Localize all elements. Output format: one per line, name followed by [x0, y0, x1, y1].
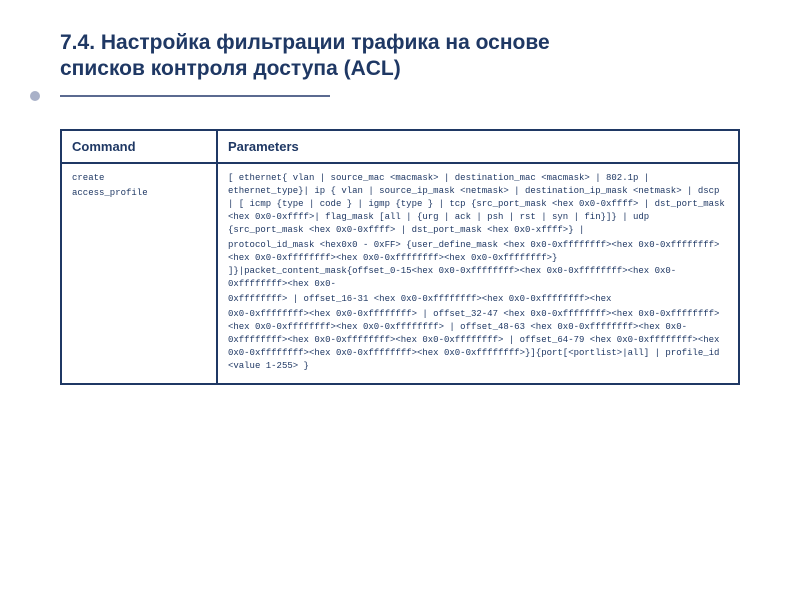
- table-row: create access_profile [ ethernet{ vlan |…: [61, 163, 739, 385]
- title-line-2: списков контроля доступа (ACL): [60, 57, 401, 80]
- param-text-3: 0xffffffff> | offset_16-31 <hex 0x0-0xff…: [228, 293, 728, 306]
- header-parameters: Parameters: [217, 130, 739, 163]
- param-text-2: protocol_id_mask <hex0x0 - 0xFF> {user_d…: [228, 239, 728, 291]
- table-header-row: Command Parameters: [61, 130, 739, 163]
- param-text-1: [ ethernet{ vlan | source_mac <macmask> …: [228, 172, 728, 237]
- cell-parameters: [ ethernet{ vlan | source_mac <macmask> …: [217, 163, 739, 385]
- title-bullet-icon: [30, 91, 40, 101]
- acl-table: Command Parameters create access_profile…: [60, 129, 740, 386]
- command-text-2: access_profile: [72, 187, 206, 200]
- title-line-1: 7.4. Настройка фильтрации трафика на осн…: [60, 31, 550, 54]
- param-text-4: 0x0-0xffffffff><hex 0x0-0xffffffff> | of…: [228, 308, 728, 373]
- slide: 7.4. Настройка фильтрации трафика на осн…: [0, 0, 800, 600]
- page-title: 7.4. Настройка фильтрации трафика на осн…: [60, 30, 740, 83]
- command-text-1: create: [72, 172, 206, 185]
- title-rule: [60, 95, 330, 97]
- header-command: Command: [61, 130, 217, 163]
- title-underline: [60, 91, 740, 101]
- cell-command: create access_profile: [61, 163, 217, 385]
